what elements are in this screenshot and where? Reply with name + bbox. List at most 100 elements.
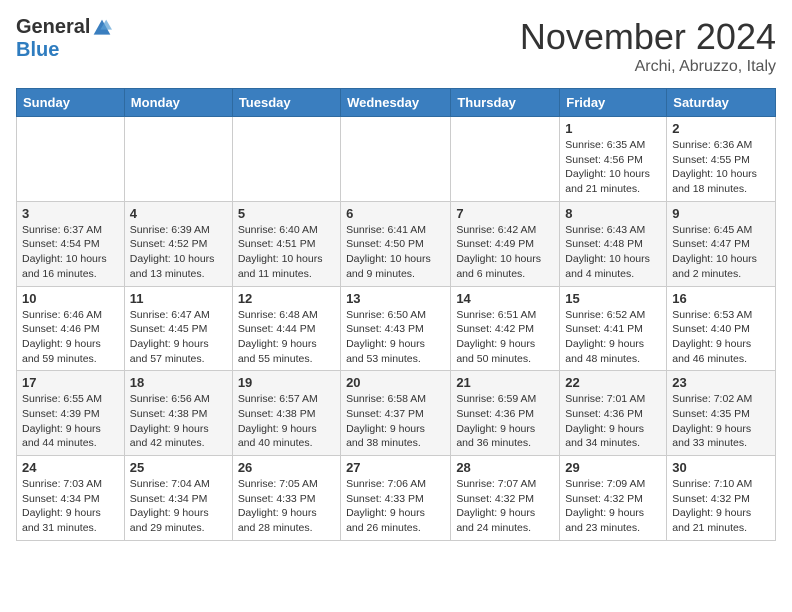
weekday-header-wednesday: Wednesday [341, 89, 451, 117]
day-number: 16 [672, 291, 770, 306]
calendar-cell [232, 117, 340, 202]
day-number: 10 [22, 291, 119, 306]
day-info: Sunrise: 6:43 AM Sunset: 4:48 PM Dayligh… [565, 223, 661, 282]
location: Archi, Abruzzo, Italy [520, 58, 776, 76]
calendar-cell: 21 Sunrise: 6:59 AM Sunset: 4:36 PM Dayli… [451, 371, 560, 456]
day-number: 25 [130, 460, 227, 475]
calendar-cell: 13Sunrise: 6:50 AM Sunset: 4:43 PM Dayli… [341, 286, 451, 371]
logo-general-text: General [16, 16, 90, 39]
logo-blue-text: Blue [16, 39, 59, 62]
calendar-cell: 23 Sunrise: 7:02 AM Sunset: 4:35 PM Dayli… [667, 371, 776, 456]
day-number: 13 [346, 291, 445, 306]
weekday-header-thursday: Thursday [451, 89, 560, 117]
calendar-cell: 20 Sunrise: 6:58 AM Sunset: 4:37 PM Dayli… [341, 371, 451, 456]
calendar-cell: 28 Sunrise: 7:07 AM Sunset: 4:32 PM Dayli… [451, 456, 560, 541]
calendar-cell: 1 Sunrise: 6:35 AM Sunset: 4:56 PM Daylig… [560, 117, 667, 202]
day-info: Sunrise: 7:06 AM Sunset: 4:33 PM Dayligh… [346, 477, 445, 536]
calendar-cell: 7 Sunrise: 6:42 AM Sunset: 4:49 PM Daylig… [451, 201, 560, 286]
calendar-cell: 3 Sunrise: 6:37 AM Sunset: 4:54 PM Daylig… [17, 201, 125, 286]
day-number: 1 [565, 121, 661, 136]
calendar-cell: 19Sunrise: 6:57 AM Sunset: 4:38 PM Dayli… [232, 371, 340, 456]
day-info: Sunrise: 7:04 AM Sunset: 4:34 PM Dayligh… [130, 477, 227, 536]
day-number: 7 [456, 206, 554, 221]
day-number: 3 [22, 206, 119, 221]
day-info: Sunrise: 7:03 AM Sunset: 4:34 PM Dayligh… [22, 477, 119, 536]
calendar-cell: 17 Sunrise: 6:55 AM Sunset: 4:39 PM Dayli… [17, 371, 125, 456]
calendar-cell: 18Sunrise: 6:56 AM Sunset: 4:38 PM Dayli… [124, 371, 232, 456]
day-number: 26 [238, 460, 335, 475]
day-number: 21 [456, 375, 554, 390]
day-info: Sunrise: 6:48 AM Sunset: 4:44 PM Dayligh… [238, 308, 335, 367]
day-number: 29 [565, 460, 661, 475]
calendar-cell: 22 Sunrise: 7:01 AM Sunset: 4:36 PM Dayli… [560, 371, 667, 456]
calendar-cell: 16Sunrise: 6:53 AM Sunset: 4:40 PM Dayli… [667, 286, 776, 371]
day-number: 12 [238, 291, 335, 306]
calendar-cell: 26 Sunrise: 7:05 AM Sunset: 4:33 PM Dayli… [232, 456, 340, 541]
calendar-cell: 30Sunrise: 7:10 AM Sunset: 4:32 PM Dayli… [667, 456, 776, 541]
day-number: 22 [565, 375, 661, 390]
calendar-cell: 15Sunrise: 6:52 AM Sunset: 4:41 PM Dayli… [560, 286, 667, 371]
calendar-cell: 5 Sunrise: 6:40 AM Sunset: 4:51 PM Daylig… [232, 201, 340, 286]
month-title: November 2024 [520, 16, 776, 58]
day-number: 6 [346, 206, 445, 221]
day-info: Sunrise: 6:41 AM Sunset: 4:50 PM Dayligh… [346, 223, 445, 282]
day-info: Sunrise: 6:58 AM Sunset: 4:37 PM Dayligh… [346, 392, 445, 451]
day-info: Sunrise: 6:45 AM Sunset: 4:47 PM Dayligh… [672, 223, 770, 282]
weekday-header-saturday: Saturday [667, 89, 776, 117]
logo-icon [92, 18, 112, 38]
day-number: 4 [130, 206, 227, 221]
day-info: Sunrise: 6:40 AM Sunset: 4:51 PM Dayligh… [238, 223, 335, 282]
calendar-cell: 6 Sunrise: 6:41 AM Sunset: 4:50 PM Daylig… [341, 201, 451, 286]
day-info: Sunrise: 6:37 AM Sunset: 4:54 PM Dayligh… [22, 223, 119, 282]
day-info: Sunrise: 6:59 AM Sunset: 4:36 PM Dayligh… [456, 392, 554, 451]
day-info: Sunrise: 7:02 AM Sunset: 4:35 PM Dayligh… [672, 392, 770, 451]
day-number: 19 [238, 375, 335, 390]
weekday-header-tuesday: Tuesday [232, 89, 340, 117]
calendar-week-row: 17 Sunrise: 6:55 AM Sunset: 4:39 PM Dayli… [17, 371, 776, 456]
day-number: 8 [565, 206, 661, 221]
day-info: Sunrise: 6:35 AM Sunset: 4:56 PM Dayligh… [565, 138, 661, 197]
calendar-cell: 27Sunrise: 7:06 AM Sunset: 4:33 PM Dayli… [341, 456, 451, 541]
day-number: 15 [565, 291, 661, 306]
calendar-cell [124, 117, 232, 202]
day-number: 9 [672, 206, 770, 221]
day-info: Sunrise: 7:07 AM Sunset: 4:32 PM Dayligh… [456, 477, 554, 536]
calendar-cell: 11Sunrise: 6:47 AM Sunset: 4:45 PM Dayli… [124, 286, 232, 371]
calendar-cell [17, 117, 125, 202]
day-number: 28 [456, 460, 554, 475]
day-number: 17 [22, 375, 119, 390]
day-info: Sunrise: 7:10 AM Sunset: 4:32 PM Dayligh… [672, 477, 770, 536]
logo: General Blue [16, 16, 112, 62]
day-info: Sunrise: 6:39 AM Sunset: 4:52 PM Dayligh… [130, 223, 227, 282]
day-info: Sunrise: 6:46 AM Sunset: 4:46 PM Dayligh… [22, 308, 119, 367]
day-info: Sunrise: 6:56 AM Sunset: 4:38 PM Dayligh… [130, 392, 227, 451]
title-section: November 2024 Archi, Abruzzo, Italy [520, 16, 776, 76]
calendar-week-row: 1 Sunrise: 6:35 AM Sunset: 4:56 PM Daylig… [17, 117, 776, 202]
day-info: Sunrise: 6:42 AM Sunset: 4:49 PM Dayligh… [456, 223, 554, 282]
day-number: 5 [238, 206, 335, 221]
weekday-header-friday: Friday [560, 89, 667, 117]
calendar-cell: 12 Sunrise: 6:48 AM Sunset: 4:44 PM Dayli… [232, 286, 340, 371]
day-number: 14 [456, 291, 554, 306]
day-number: 11 [130, 291, 227, 306]
calendar-cell [451, 117, 560, 202]
calendar-cell: 24Sunrise: 7:03 AM Sunset: 4:34 PM Dayli… [17, 456, 125, 541]
day-info: Sunrise: 7:01 AM Sunset: 4:36 PM Dayligh… [565, 392, 661, 451]
weekday-header-monday: Monday [124, 89, 232, 117]
day-info: Sunrise: 7:05 AM Sunset: 4:33 PM Dayligh… [238, 477, 335, 536]
calendar-cell: 4 Sunrise: 6:39 AM Sunset: 4:52 PM Daylig… [124, 201, 232, 286]
calendar-week-row: 24Sunrise: 7:03 AM Sunset: 4:34 PM Dayli… [17, 456, 776, 541]
calendar-cell: 2Sunrise: 6:36 AM Sunset: 4:55 PM Daylig… [667, 117, 776, 202]
calendar-cell: 14 Sunrise: 6:51 AM Sunset: 4:42 PM Dayli… [451, 286, 560, 371]
day-info: Sunrise: 7:09 AM Sunset: 4:32 PM Dayligh… [565, 477, 661, 536]
day-info: Sunrise: 6:55 AM Sunset: 4:39 PM Dayligh… [22, 392, 119, 451]
calendar-table: SundayMondayTuesdayWednesdayThursdayFrid… [16, 88, 776, 541]
day-number: 20 [346, 375, 445, 390]
calendar-cell: 25 Sunrise: 7:04 AM Sunset: 4:34 PM Dayli… [124, 456, 232, 541]
day-number: 2 [672, 121, 770, 136]
day-info: Sunrise: 6:51 AM Sunset: 4:42 PM Dayligh… [456, 308, 554, 367]
calendar-week-row: 10 Sunrise: 6:46 AM Sunset: 4:46 PM Dayli… [17, 286, 776, 371]
calendar-header-row: SundayMondayTuesdayWednesdayThursdayFrid… [17, 89, 776, 117]
day-number: 23 [672, 375, 770, 390]
page-header: General Blue November 2024 Archi, Abruzz… [16, 16, 776, 76]
